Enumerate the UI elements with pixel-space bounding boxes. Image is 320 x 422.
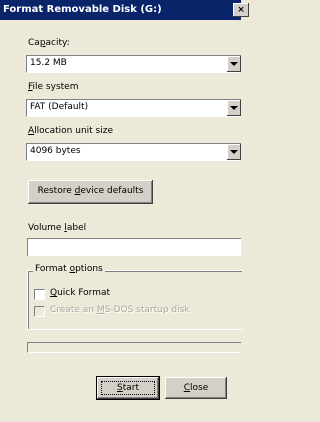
allocation-unit-label: Allocation unit size [28, 126, 113, 136]
allocation-unit-value: 4096 bytes [30, 146, 81, 156]
quick-format-checkbox[interactable] [34, 289, 45, 300]
start-button[interactable]: Start [97, 377, 159, 399]
allocation-unit-dropdown[interactable]: 4096 bytes [26, 143, 241, 161]
close-button[interactable]: Close [165, 377, 227, 399]
restore-defaults-button[interactable]: Restore device defaults [28, 180, 153, 204]
quick-format-label[interactable]: Quick Format [50, 288, 110, 298]
close-icon: × [237, 5, 245, 15]
chevron-down-icon[interactable] [227, 56, 241, 72]
title-bar: Format Removable Disk (G:) × [0, 0, 249, 20]
format-progress-bar [27, 342, 241, 353]
close-window-button[interactable]: × [233, 3, 249, 17]
file-system-label: File system [28, 82, 79, 92]
msdos-startup-checkbox[interactable] [34, 306, 45, 317]
capacity-label: Capacity: [28, 38, 70, 48]
volume-label-label: Volume label [28, 223, 87, 233]
format-options-group [27, 270, 242, 330]
window-title: Format Removable Disk (G:) [3, 4, 162, 15]
file-system-dropdown[interactable]: FAT (Default) [26, 99, 241, 117]
chevron-down-icon[interactable] [227, 144, 241, 160]
file-system-value: FAT (Default) [30, 102, 89, 112]
format-options-title: Format options [33, 264, 105, 274]
chevron-down-icon[interactable] [227, 100, 241, 116]
msdos-startup-label[interactable]: Create an MS-DOS startup disk [50, 305, 190, 315]
volume-label-input[interactable] [27, 238, 241, 256]
capacity-dropdown[interactable]: 15.2 MB [26, 55, 241, 73]
capacity-value: 15.2 MB [30, 58, 67, 68]
focus-rectangle [101, 381, 155, 395]
